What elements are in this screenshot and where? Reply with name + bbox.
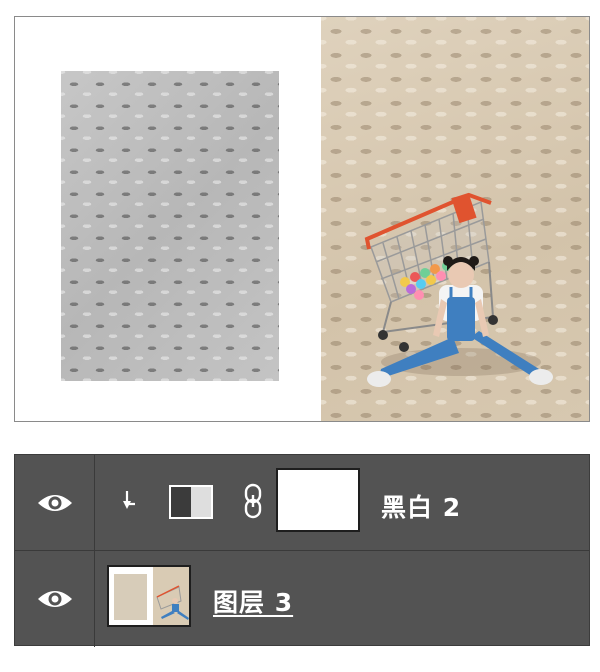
visibility-toggle[interactable]: [15, 455, 95, 550]
clip-arrow-icon: [123, 491, 135, 509]
document-canvas[interactable]: [14, 16, 590, 422]
chain-link-icon[interactable]: [243, 483, 263, 519]
eye-icon[interactable]: [36, 491, 74, 515]
visibility-toggle[interactable]: [15, 551, 95, 647]
layer-mask-thumbnail[interactable]: [276, 468, 360, 532]
layer-name[interactable]: 黑白 2: [381, 488, 461, 524]
layer-row-layer-3[interactable]: 图层 3: [15, 551, 589, 647]
layer-thumbnail[interactable]: [107, 565, 191, 627]
black-white-adjustment-icon[interactable]: [169, 485, 213, 519]
girl-with-cart-illustration: [364, 192, 553, 387]
layer-row-black-white[interactable]: 黑白 2: [15, 455, 589, 551]
layers-panel: 黑白 2 图层 3: [14, 454, 590, 647]
grayscale-pavement-image: [61, 71, 279, 381]
color-photo: [321, 17, 589, 421]
eye-icon[interactable]: [36, 587, 74, 611]
layer-name[interactable]: 图层 3: [213, 583, 293, 619]
thumbnail-figure: [156, 585, 189, 620]
